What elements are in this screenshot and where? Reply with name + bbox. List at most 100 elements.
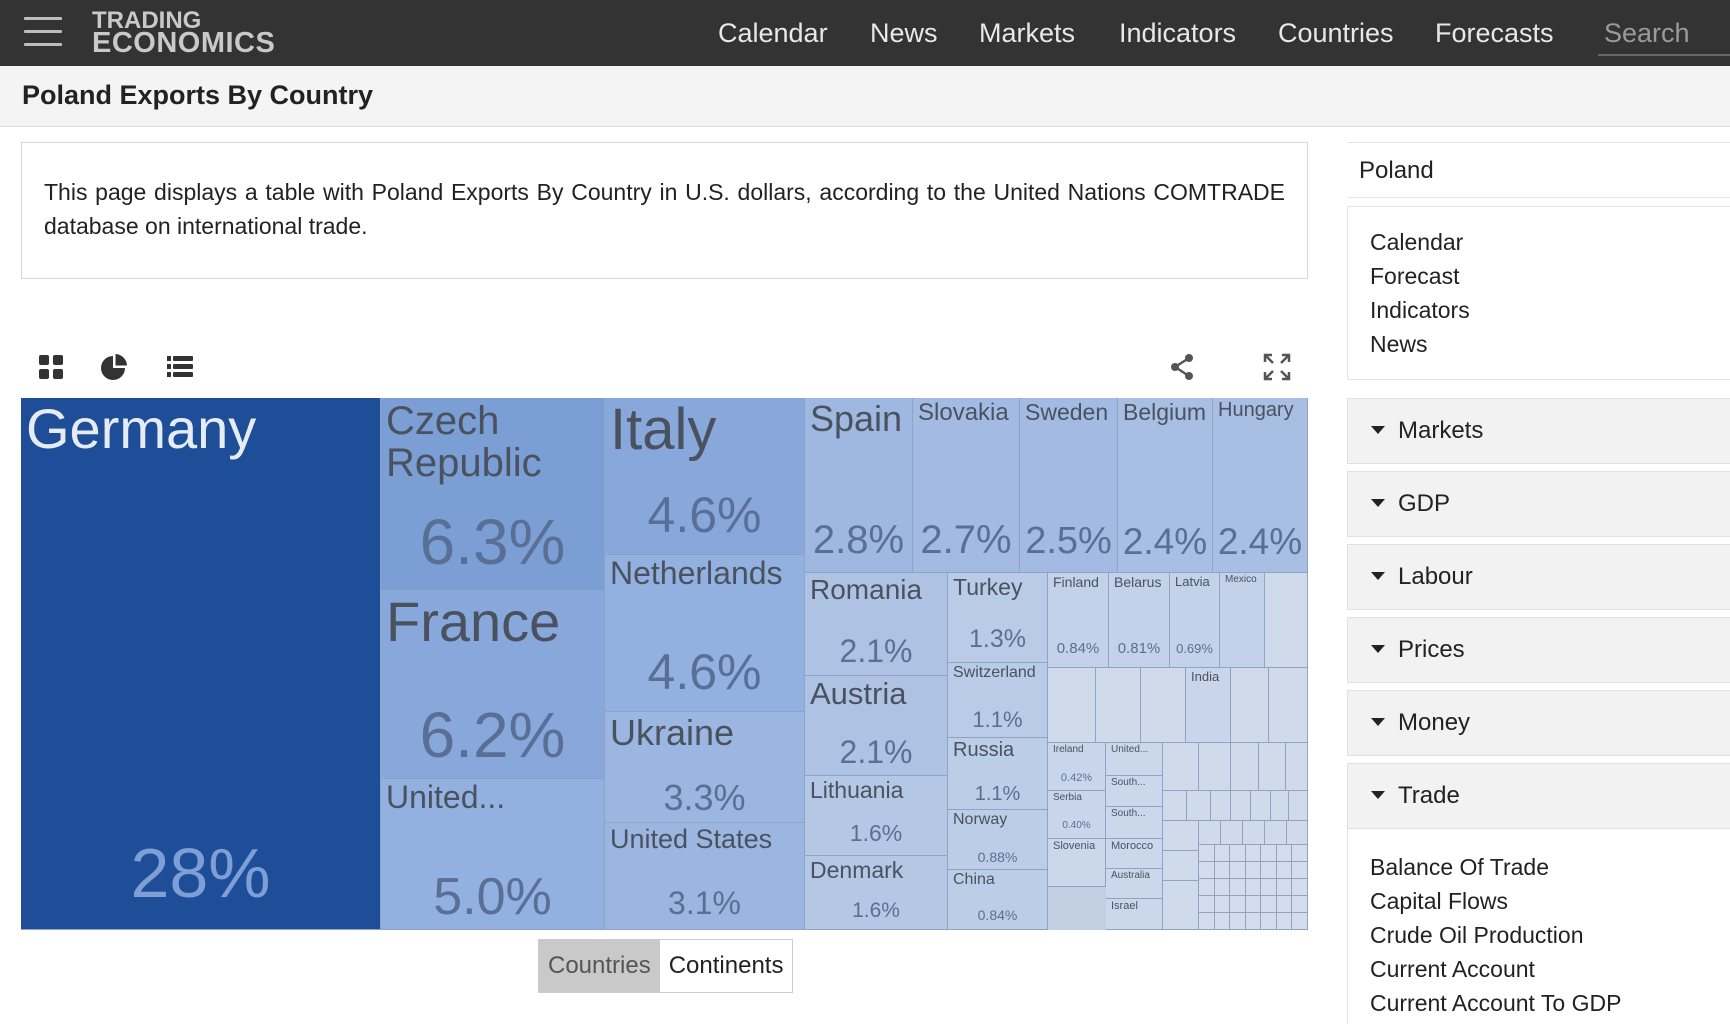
trade-link-current-account-to-gdp[interactable]: Current Account To GDP [1370,986,1708,1020]
treemap-tile-minor[interactable] [1199,879,1215,896]
treemap-tile-minor[interactable] [1163,791,1187,821]
treemap-tile[interactable]: Slovenia [1048,839,1106,887]
trade-link-current-account[interactable]: Current Account [1370,952,1708,986]
treemap-tile[interactable]: Norway 0.88% [948,810,1048,870]
treemap-tile[interactable]: India [1186,668,1231,743]
treemap-tile-minor[interactable] [1292,862,1308,879]
treemap-tile[interactable]: Ireland 0.42% [1048,743,1106,791]
treemap-tile[interactable]: South... [1106,807,1163,839]
treemap-tile-minor[interactable] [1230,845,1246,862]
treemap-tile[interactable]: Morocco [1106,839,1163,869]
sidebar-section-trade[interactable]: Trade [1347,763,1730,829]
treemap-tile[interactable]: Lithuania 1.6% [805,776,948,856]
treemap-tile-minor[interactable] [1163,821,1199,851]
treemap-tile-minor[interactable] [1230,879,1246,896]
list-view-icon[interactable] [165,352,195,382]
treemap-tile-minor[interactable] [1231,791,1251,821]
treemap-tile-minor[interactable] [1261,879,1277,896]
treemap-tile[interactable]: Turkey 1.3% [948,573,1048,663]
treemap-tile-minor[interactable] [1163,743,1199,791]
treemap-tile[interactable]: Finland 0.84% [1048,573,1109,668]
fullscreen-icon[interactable] [1262,352,1292,382]
treemap-tile-minor[interactable] [1292,879,1308,896]
trade-link-crude-oil-production[interactable]: Crude Oil Production [1370,918,1708,952]
treemap-tile-minor[interactable] [1199,862,1215,879]
pie-chart-icon[interactable] [99,352,129,382]
treemap-tile[interactable]: Spain 2.8% [805,398,913,573]
treemap-view-icon[interactable] [36,352,66,382]
treemap-tile-minor[interactable] [1214,862,1230,879]
treemap-tile-minor[interactable] [1163,881,1199,930]
treemap-tile-minor[interactable] [1243,821,1265,845]
treemap-tile-minor[interactable] [1276,913,1292,930]
treemap-tile[interactable]: Sweden 2.5% [1020,398,1118,573]
treemap-tile[interactable]: Israel [1106,899,1163,930]
treemap-tile[interactable]: Serbia 0.40% [1048,791,1106,839]
treemap-tile-minor[interactable] [1245,913,1261,930]
sidebar-section-prices[interactable]: Prices [1347,617,1730,683]
treemap-tile-minor[interactable] [1211,791,1231,821]
sidebar-section-labour[interactable]: Labour [1347,544,1730,610]
treemap-tile[interactable]: China 0.84% [948,870,1048,930]
sidebar-link-calendar[interactable]: Calendar [1370,225,1708,259]
treemap-tile-minor[interactable] [1214,896,1230,913]
treemap-tile[interactable]: Belgium 2.4% [1118,398,1213,573]
treemap-tile[interactable]: Germany 28% [21,398,381,930]
sidebar-section-markets[interactable]: Markets [1347,398,1730,464]
treemap-tile-minor[interactable] [1245,845,1261,862]
treemap-tile[interactable]: Mexico [1220,573,1265,668]
nav-countries[interactable]: Countries [1278,18,1394,49]
treemap-tile-minor[interactable] [1230,896,1246,913]
treemap-tile-minor[interactable] [1141,668,1186,743]
treemap-tile-minor[interactable] [1245,896,1261,913]
treemap-tile-minor[interactable] [1251,791,1271,821]
nav-calendar[interactable]: Calendar [718,18,828,49]
treemap-tile[interactable]: Australia [1106,869,1163,899]
treemap-tile-minor[interactable] [1096,668,1141,743]
treemap-tile-minor[interactable] [1287,821,1308,845]
treemap-tile-minor[interactable] [1276,879,1292,896]
treemap-tile-minor[interactable] [1292,845,1308,862]
trade-link-balance-of-trade[interactable]: Balance Of Trade [1370,850,1708,884]
treemap-tile-minor[interactable] [1292,913,1308,930]
nav-news[interactable]: News [870,18,938,49]
sidebar-link-forecast[interactable]: Forecast [1370,259,1708,293]
treemap-tile-minor[interactable] [1214,879,1230,896]
treemap-tile[interactable]: Switzerland 1.1% [948,663,1048,738]
treemap-tile-minor[interactable] [1230,862,1246,879]
treemap-tile-minor[interactable] [1269,668,1308,743]
treemap-tile[interactable]: France 6.2% [381,591,605,779]
toggle-continents[interactable]: Continents [659,940,793,992]
sidebar-country[interactable]: Poland [1347,142,1730,198]
treemap-tile-minor[interactable] [1265,573,1308,668]
treemap-tile[interactable]: Austria 2.1% [805,676,948,776]
treemap-tile[interactable]: Slovakia 2.7% [913,398,1020,573]
treemap-tile[interactable]: Czech Republic 6.3% [381,398,605,591]
treemap-tile-minor[interactable] [1276,845,1292,862]
treemap-tile-minor[interactable] [1292,896,1308,913]
treemap-tile-minor[interactable] [1199,821,1221,845]
treemap-tile[interactable]: United States 3.1% [605,823,805,930]
treemap-tile-minor[interactable] [1214,845,1230,862]
treemap-tile-minor[interactable] [1245,879,1261,896]
treemap-tile-minor[interactable] [1289,791,1308,821]
treemap-tile[interactable]: South... [1106,776,1163,807]
treemap-tile-minor[interactable] [1231,743,1259,791]
treemap-tile-minor[interactable] [1214,913,1230,930]
treemap-tile-minor[interactable] [1261,862,1277,879]
sidebar-section-money[interactable]: Money [1347,690,1730,756]
treemap-tile-minor[interactable] [1265,821,1287,845]
treemap-tile[interactable]: Netherlands 4.6% [605,555,805,712]
sidebar-link-indicators[interactable]: Indicators [1370,293,1708,327]
treemap-tile[interactable]: Hungary 2.4% [1213,398,1308,573]
trade-link-capital-flows[interactable]: Capital Flows [1370,884,1708,918]
treemap-tile-minor[interactable] [1276,896,1292,913]
sidebar-section-gdp[interactable]: GDP [1347,471,1730,537]
treemap-tile[interactable]: United... 5.0% [381,779,605,930]
treemap-tile[interactable]: Russia 1.1% [948,738,1048,810]
treemap-tile[interactable]: Belarus 0.81% [1109,573,1170,668]
search-input[interactable]: Search [1598,8,1730,56]
treemap-tile-minor[interactable] [1231,668,1269,743]
treemap-tile-minor[interactable] [1199,913,1215,930]
treemap-tile-minor[interactable] [1276,862,1292,879]
